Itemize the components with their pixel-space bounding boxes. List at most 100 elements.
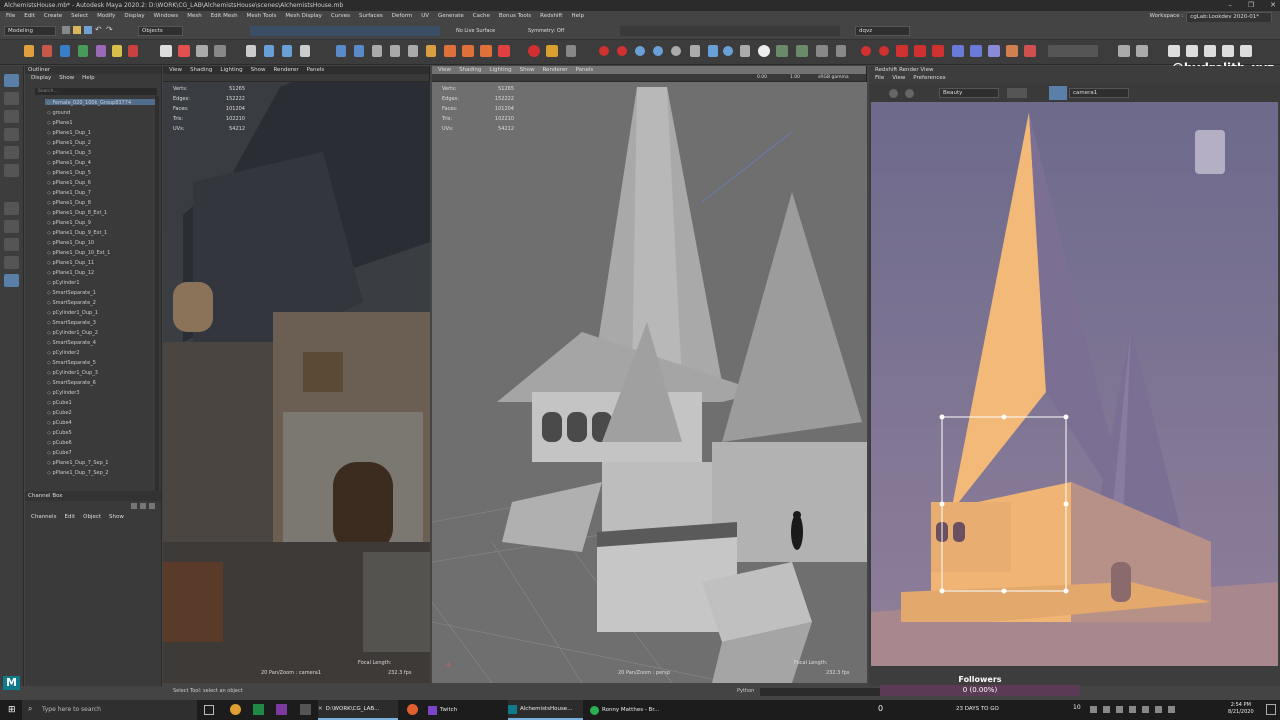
save-scene-icon[interactable]: [84, 26, 92, 34]
network-icon[interactable]: [1142, 706, 1149, 713]
menu-item[interactable]: Mesh Tools: [247, 11, 277, 22]
menu-item[interactable]: Edit: [24, 11, 35, 22]
lasso-tool-icon[interactable]: [4, 92, 19, 105]
command-language[interactable]: Python: [737, 686, 754, 697]
outliner-item[interactable]: SmartSeparate_2: [47, 300, 95, 306]
viewport-persp[interactable]: View Shading Lighting Show Renderer Panels 0.…: [431, 66, 868, 684]
outliner-item[interactable]: pCube4: [47, 420, 71, 426]
channel-box-menu-item[interactable]: Show: [109, 513, 124, 521]
viewport-menu-item[interactable]: Shading: [190, 66, 212, 74]
outliner-item[interactable]: pPlane1_Dup_9: [47, 220, 90, 226]
menu-item[interactable]: Display: [124, 11, 144, 22]
outliner-item[interactable]: pCylinder1_Dup_1: [47, 310, 97, 316]
viewport-menu-item[interactable]: Renderer: [273, 66, 298, 74]
menu-item[interactable]: Create: [44, 11, 62, 22]
viewport-menu-item[interactable]: View: [169, 66, 182, 74]
outliner-scrollbar[interactable]: [155, 96, 159, 496]
outliner-menu-item[interactable]: Display: [31, 74, 51, 82]
viewport-menu-item[interactable]: View: [438, 66, 451, 74]
menu-item[interactable]: Mesh: [187, 11, 201, 22]
quick-search-field[interactable]: dqvz: [855, 26, 910, 36]
outliner-item[interactable]: ground: [47, 110, 70, 116]
outliner-menu-item[interactable]: Help: [82, 74, 95, 82]
menu-item[interactable]: Deform: [392, 11, 412, 22]
outliner-item[interactable]: pCube5: [47, 430, 71, 436]
open-scene-icon[interactable]: [73, 26, 81, 34]
colorspace-label[interactable]: sRGB gamma: [818, 75, 849, 80]
undo-icon[interactable]: ↶: [95, 26, 103, 34]
outliner-item[interactable]: pPlane1_Dup_7_Sep_1: [47, 460, 108, 466]
outliner-item[interactable]: pPlane1_Dup_1: [47, 130, 90, 136]
outliner-item[interactable]: pPlane1_Dup_5: [47, 170, 90, 176]
aov-dropdown[interactable]: Beauty: [939, 88, 999, 98]
viewport-menu-item[interactable]: Lighting: [220, 66, 242, 74]
minimize-icon[interactable]: –: [1228, 0, 1232, 11]
render-start-icon[interactable]: [889, 89, 898, 98]
redshift-menu-item[interactable]: Preferences: [913, 74, 945, 82]
command-line-input[interactable]: [760, 688, 880, 696]
notifications-icon[interactable]: [1266, 704, 1276, 715]
menu-set-dropdown[interactable]: Modeling: [4, 26, 56, 36]
viewport1-toolbar[interactable]: [163, 74, 429, 82]
single-view-layout-icon[interactable]: [4, 202, 19, 215]
viewport2-toolbar[interactable]: 0.00 1.00 sRGB gamma: [432, 74, 866, 82]
menu-item[interactable]: Cache: [473, 11, 490, 22]
outliner-item[interactable]: pCube7: [47, 450, 71, 456]
side-by-side-layout-icon[interactable]: [4, 238, 19, 251]
excel-icon[interactable]: [253, 704, 264, 715]
exposure-value[interactable]: 0.00: [757, 75, 767, 80]
select-tool-icon[interactable]: [4, 74, 19, 87]
outliner-item[interactable]: pPlane1_Dup_4: [47, 160, 90, 166]
outliner-item[interactable]: SmartSeparate_1: [47, 290, 95, 296]
outliner-item[interactable]: pPlane1_Dup_10_Ext_1: [47, 250, 110, 256]
outliner-item[interactable]: pPlane1_Dup_12: [47, 270, 94, 276]
taskbar-app-browser[interactable]: Ronny Matthes - Br...: [590, 700, 670, 720]
outliner-item[interactable]: pCylinder2: [47, 350, 79, 356]
rotate-tool-icon[interactable]: [4, 146, 19, 159]
outliner-item[interactable]: pCube2: [47, 410, 71, 416]
firefox-icon[interactable]: [407, 704, 418, 715]
channel-box-icon-1[interactable]: [131, 503, 137, 509]
outliner-item[interactable]: pPlane1_Dup_7: [47, 190, 90, 196]
move-tool-icon[interactable]: [4, 128, 19, 141]
menu-item[interactable]: Mesh Display: [285, 11, 322, 22]
viewport-menu-item[interactable]: Show: [520, 66, 535, 74]
task-view-icon[interactable]: [204, 705, 214, 715]
scale-tool-icon[interactable]: [4, 164, 19, 177]
battery-icon[interactable]: [1168, 706, 1175, 713]
camera-select-icon[interactable]: [1049, 86, 1067, 100]
viewport-menu-item[interactable]: Shading: [459, 66, 481, 74]
menu-item[interactable]: Curves: [331, 11, 350, 22]
menu-item[interactable]: Edit Mesh: [211, 11, 238, 22]
app-icon[interactable]: [300, 704, 311, 715]
redo-icon[interactable]: ↷: [106, 26, 114, 34]
outliner-item[interactable]: pPlane1_Dup_8: [47, 200, 90, 206]
display-mode-icon[interactable]: [1007, 88, 1027, 98]
four-view-layout-icon[interactable]: [4, 220, 19, 233]
graph-layout-icon[interactable]: [4, 274, 19, 287]
tray-icon-1[interactable]: [1090, 706, 1097, 713]
menu-item[interactable]: Windows: [154, 11, 179, 22]
paint-select-icon[interactable]: [4, 110, 19, 123]
channel-box-menu-item[interactable]: Edit: [64, 513, 75, 521]
outliner-item[interactable]: SmartSeparate_6: [47, 380, 95, 386]
tray-icon-3[interactable]: [1116, 706, 1123, 713]
maximize-icon[interactable]: ❐: [1248, 0, 1254, 11]
outliner-item[interactable]: SmartSeparate_5: [47, 360, 95, 366]
outliner-item[interactable]: pPlane1_Dup_2: [47, 140, 90, 146]
file-explorer-icon[interactable]: [230, 704, 241, 715]
menu-item[interactable]: UV: [421, 11, 429, 22]
clock[interactable]: 2:54 PM 8/21/2020: [1228, 702, 1254, 716]
viewport-menu-item[interactable]: Show: [251, 66, 266, 74]
windows-start-icon[interactable]: ⊞: [8, 705, 18, 715]
menu-item[interactable]: Modify: [97, 11, 115, 22]
menu-item[interactable]: Bonus Tools: [499, 11, 531, 22]
viewport-camera1[interactable]: View Shading Lighting Show Renderer Panels Ve…: [163, 66, 430, 683]
menu-item[interactable]: Help: [571, 11, 584, 22]
shelf-icons[interactable]: [0, 40, 1280, 65]
new-scene-icon[interactable]: [62, 26, 70, 34]
channel-box-icon-3[interactable]: [149, 503, 155, 509]
outliner-item[interactable]: pPlane1_Dup_10: [47, 240, 94, 246]
onenote-icon[interactable]: [276, 704, 287, 715]
channel-box-menu-item[interactable]: Object: [83, 513, 101, 521]
